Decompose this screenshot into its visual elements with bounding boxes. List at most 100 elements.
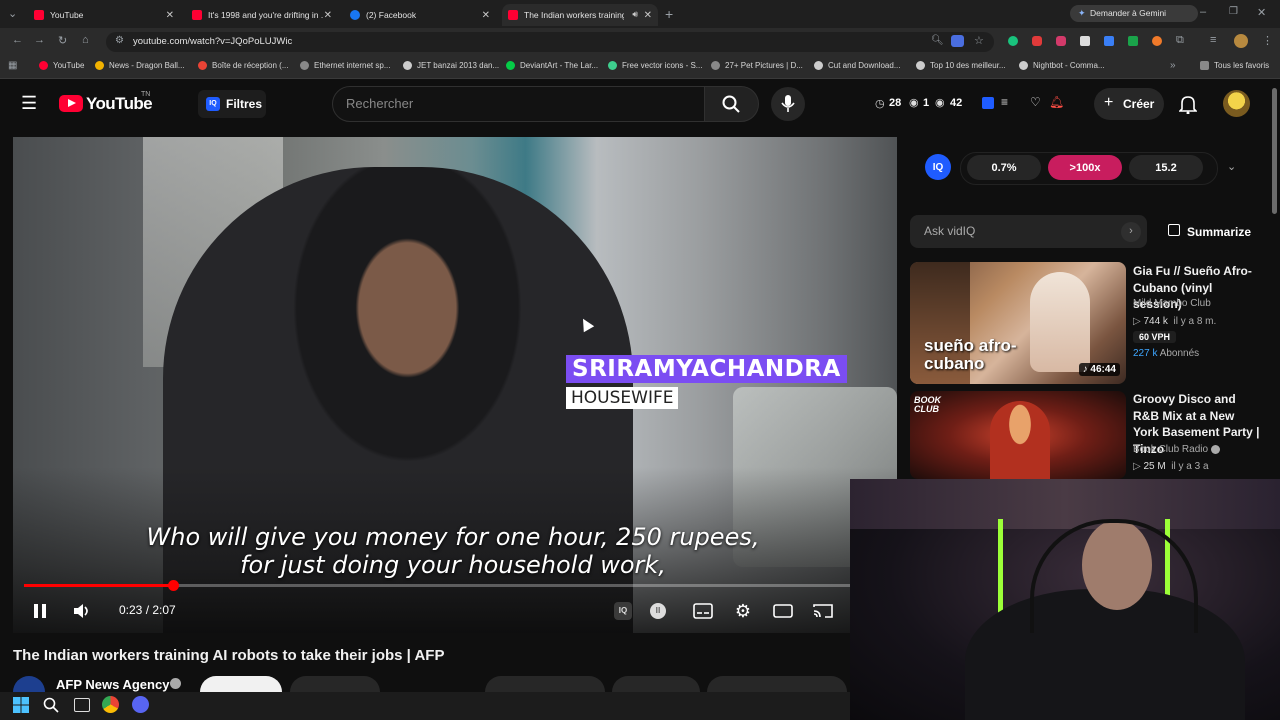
reading-list-icon[interactable]: ≡: [1210, 34, 1216, 46]
window-close-icon[interactable]: ✕: [1257, 6, 1266, 19]
verified-badge-icon: [170, 678, 181, 689]
page-scrollbar[interactable]: [1272, 88, 1277, 214]
taskbar-search-icon[interactable]: [43, 697, 59, 713]
user-avatar[interactable]: [1223, 90, 1250, 117]
discord-taskbar-icon[interactable]: [132, 696, 149, 713]
vidiq-player-button[interactable]: IQ: [610, 598, 636, 624]
profile-avatar[interactable]: [1234, 34, 1248, 48]
tab-drifting[interactable]: It's 1998 and you're drifting in ... ✕: [186, 4, 338, 26]
bookmark-favicon-icon: [300, 61, 309, 70]
chrome-taskbar-icon[interactable]: [102, 696, 119, 713]
bookmark-youtube[interactable]: YouTube: [39, 61, 84, 70]
bookmark-favicon-icon: [403, 61, 412, 70]
subscriber-label: Abonnés: [1159, 348, 1200, 359]
ask-send-icon[interactable]: ›: [1121, 222, 1141, 242]
volume-button[interactable]: [69, 598, 95, 624]
recommendation-channel[interactable]: Book Club Radio: [1133, 444, 1208, 455]
extension-icon[interactable]: [1032, 36, 1042, 46]
bookmark-vector-icons[interactable]: Free vector icons - S...: [608, 61, 702, 70]
bookmark-top10[interactable]: Top 10 des meilleur...: [916, 61, 1006, 70]
create-label: Créer: [1123, 97, 1155, 111]
bookmark-cut-download[interactable]: Cut and Download...: [814, 61, 901, 70]
task-view-icon[interactable]: [74, 698, 90, 712]
forward-icon[interactable]: →: [34, 34, 45, 46]
close-tab-icon[interactable]: ✕: [324, 10, 332, 21]
extensions-puzzle-icon[interactable]: ⧉: [1176, 34, 1184, 47]
autoplay-toggle[interactable]: II: [645, 598, 671, 624]
site-info-icon[interactable]: ⚙: [115, 35, 124, 46]
extension-icon[interactable]: [1080, 36, 1090, 46]
bookmark-dragonball[interactable]: News - Dragon Ball...: [95, 61, 185, 70]
pause-button[interactable]: [27, 598, 53, 624]
close-tab-icon[interactable]: ✕: [166, 10, 174, 21]
folder-icon: [1200, 61, 1209, 70]
video-player[interactable]: SRIRAMYACHANDRA HOUSEWIFE Who will give …: [13, 137, 897, 633]
home-icon[interactable]: ⌂: [82, 34, 89, 46]
extension-icon[interactable]: [1056, 36, 1066, 46]
back-icon[interactable]: ←: [12, 34, 23, 46]
bookmark-pet-pictures[interactable]: 27+ Pet Pictures | D...: [711, 61, 803, 70]
vidiq-alert-icon[interactable]: 🔔︎: [1049, 95, 1064, 109]
vidiq-stat-score[interactable]: 15.2: [1129, 155, 1203, 180]
ask-vidiq-placeholder[interactable]: Ask vidIQ: [924, 224, 975, 238]
tab-youtube[interactable]: YouTube ✕: [28, 4, 180, 26]
cast-button[interactable]: [810, 598, 836, 624]
close-tab-icon[interactable]: ✕: [644, 10, 652, 21]
speaker-icon[interactable]: 🔊︎: [632, 9, 638, 20]
browser-menu-icon[interactable]: ⋮: [1262, 34, 1273, 47]
recommendation-thumbnail[interactable]: sueño afro-cubano ♪ 46:44: [910, 262, 1126, 384]
vidiq-stat-outlier[interactable]: >100x: [1048, 155, 1122, 180]
extension-icon[interactable]: [1104, 36, 1114, 46]
bookmark-ethernet[interactable]: Ethernet internet sp...: [300, 61, 391, 70]
theater-icon: [773, 604, 793, 618]
maximize-icon[interactable]: ❐: [1229, 6, 1238, 17]
tab-indian-workers[interactable]: The Indian workers training 🔊︎ ✕: [502, 4, 658, 26]
subtitles-button[interactable]: [690, 598, 716, 624]
eye-icon: ◉: [909, 97, 919, 109]
bookmark-nightbot[interactable]: Nightbot - Comma...: [1019, 61, 1105, 70]
bookmark-star-icon[interactable]: ☆: [974, 34, 984, 47]
all-bookmarks[interactable]: Tous les favoris: [1200, 61, 1269, 70]
channel-name[interactable]: AFP News Agency: [56, 677, 169, 692]
vidiq-stat-engagement[interactable]: 0.7%: [967, 155, 1041, 180]
bookmark-gmail[interactable]: Boîte de réception (...: [198, 61, 289, 70]
bookmark-jet[interactable]: JET banzai 2013 dan...: [403, 61, 499, 70]
reload-icon[interactable]: ↻: [58, 34, 67, 47]
bookmark-favicon-icon: [608, 61, 617, 70]
search-placeholder[interactable]: Rechercher: [346, 96, 413, 111]
translate-icon[interactable]: [951, 35, 964, 47]
zoom-icon[interactable]: 🔍︎: [931, 35, 944, 46]
list-icon[interactable]: ≡: [1001, 95, 1008, 109]
vidiq-bell-icon[interactable]: ♡: [1030, 95, 1041, 109]
minimize-icon[interactable]: –: [1200, 6, 1206, 18]
tab-search-icon[interactable]: ⌄: [8, 7, 17, 20]
webcam-overlay: [850, 479, 1280, 720]
windows-start-icon[interactable]: [13, 697, 29, 713]
url-text[interactable]: youtube.com/watch?v=JQoPoLUJWic: [133, 36, 292, 47]
chevron-down-icon[interactable]: ⌄: [1227, 160, 1236, 173]
filters-label: Filtres: [226, 97, 263, 111]
extension-icon[interactable]: [1152, 36, 1162, 46]
settings-button[interactable]: ⚙: [730, 598, 756, 624]
notifications-bell-icon[interactable]: [1179, 94, 1197, 114]
recommendation-channel-row: Book Club Radio: [1133, 444, 1220, 455]
bookmark-label: Boîte de réception (...: [212, 61, 289, 70]
summarize-button[interactable]: Summarize: [1187, 225, 1251, 239]
age-text: il y a 3 a: [1171, 461, 1209, 472]
bookmark-deviantart[interactable]: DeviantArt - The Lar...: [506, 61, 598, 70]
recommendation-thumbnail[interactable]: BOOK CLUB: [910, 391, 1126, 479]
extension-icon[interactable]: [1128, 36, 1138, 46]
new-tab-icon[interactable]: +: [665, 6, 673, 22]
recommendation-channel[interactable]: Mild Mambo Club: [1133, 298, 1211, 309]
progress-scrubber-handle[interactable]: [168, 580, 179, 591]
vidiq-header-icon[interactable]: [982, 97, 994, 109]
theater-mode-button[interactable]: [770, 598, 796, 624]
more-bookmarks-icon[interactable]: »: [1170, 60, 1176, 71]
extension-icon[interactable]: [1008, 36, 1018, 46]
hamburger-menu-icon[interactable]: ☰: [21, 94, 37, 112]
tab-facebook[interactable]: (2) Facebook ✕: [344, 4, 496, 26]
vidiq-logo-icon[interactable]: IQ: [925, 154, 951, 180]
apps-grid-icon[interactable]: ▦: [8, 60, 17, 71]
verified-badge-icon: [1210, 444, 1220, 454]
close-tab-icon[interactable]: ✕: [482, 10, 490, 21]
